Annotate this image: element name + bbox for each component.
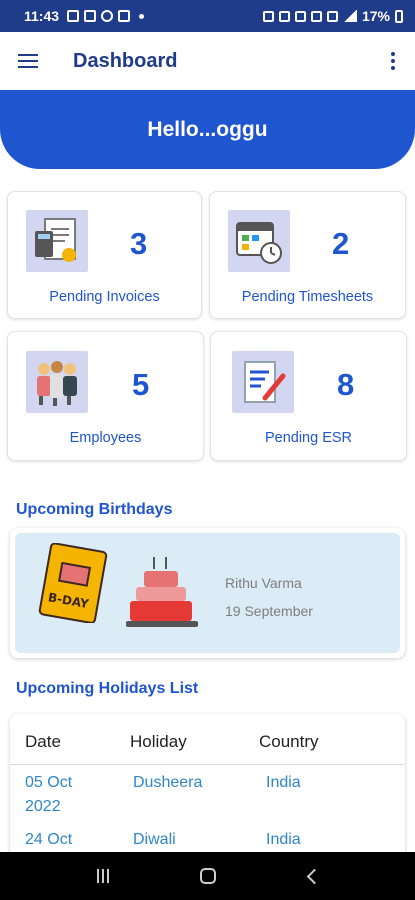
greeting-banner: Hello...oggu bbox=[0, 90, 415, 169]
app-bar: Dashboard bbox=[0, 32, 415, 90]
more-notifications-icon bbox=[139, 13, 145, 19]
pending-invoices-card[interactable]: 3 Pending Invoices bbox=[7, 191, 202, 319]
holiday-row-2-date: 24 Oct bbox=[25, 831, 73, 848]
image-notification-icon bbox=[84, 10, 97, 22]
holiday-row-2-name: Diwali bbox=[133, 831, 176, 848]
battery-icon bbox=[395, 9, 403, 23]
wifi-icon bbox=[310, 10, 322, 22]
volte-icon bbox=[326, 10, 338, 22]
recent-apps-icon bbox=[96, 869, 109, 883]
app-notification-icon bbox=[118, 10, 131, 22]
header-divider bbox=[10, 764, 405, 765]
pending-esr-count: 8 bbox=[337, 367, 355, 402]
holiday-row-1-name: Dusheera bbox=[133, 774, 203, 791]
home-button[interactable] bbox=[188, 856, 228, 896]
employees-group-icon bbox=[26, 351, 88, 413]
gallery-notification-icon bbox=[67, 10, 80, 22]
back-icon bbox=[306, 868, 323, 884]
more-options-icon[interactable] bbox=[371, 32, 415, 90]
birthdays-section-title: Upcoming Birthdays bbox=[16, 501, 173, 518]
status-bar: 11:43 17% bbox=[0, 0, 415, 32]
recent-apps-button[interactable] bbox=[83, 856, 123, 896]
column-header-country: Country bbox=[259, 732, 319, 751]
document-pen-icon bbox=[232, 351, 294, 413]
birthday-date: 19 September bbox=[225, 603, 313, 619]
back-button[interactable] bbox=[293, 856, 333, 896]
alarm-icon bbox=[262, 10, 274, 22]
pending-timesheets-count: 2 bbox=[332, 226, 350, 261]
home-icon bbox=[199, 868, 216, 884]
hamburger-menu-icon[interactable] bbox=[0, 32, 56, 90]
mute-icon bbox=[294, 10, 306, 22]
calendar-clock-icon bbox=[228, 210, 290, 272]
pending-esr-label: Pending ESR bbox=[264, 430, 353, 446]
pending-timesheets-label: Pending Timesheets bbox=[241, 289, 374, 305]
holidays-section-title: Upcoming Holidays List bbox=[16, 680, 199, 697]
pending-timesheets-card[interactable]: 2 Pending Timesheets bbox=[209, 191, 406, 319]
system-navigation-bar bbox=[0, 852, 415, 900]
pending-invoices-count: 3 bbox=[130, 226, 148, 261]
battery-percent: 17% bbox=[361, 8, 390, 24]
holiday-row-2-country: India bbox=[266, 831, 301, 848]
pending-esr-card[interactable]: 8 Pending ESR bbox=[210, 331, 407, 461]
holiday-row-1-date: 05 Oct 2022 bbox=[25, 774, 73, 815]
birthday-cake-icon bbox=[120, 551, 204, 640]
status-icons: 17% bbox=[262, 8, 403, 24]
pending-invoices-label: Pending Invoices bbox=[49, 289, 160, 305]
whatsapp-notification-icon bbox=[101, 10, 114, 22]
nfc-icon bbox=[278, 10, 290, 22]
birthday-person-name: Rithu Varma bbox=[225, 575, 302, 591]
signal-icon bbox=[342, 10, 357, 22]
column-header-holiday: Holiday bbox=[130, 732, 187, 751]
employees-label: Employees bbox=[69, 430, 142, 446]
holiday-row-1-country: India bbox=[266, 774, 301, 791]
column-header-date: Date bbox=[25, 732, 61, 751]
bday-greeting-card-icon: B-DAY bbox=[35, 542, 109, 628]
birthday-card: B-DAY Rithu Varma 19 September bbox=[10, 528, 405, 658]
invoice-calculator-icon bbox=[26, 210, 88, 272]
employees-card[interactable]: 5 Employees bbox=[7, 331, 204, 461]
birthday-card-body: B-DAY Rithu Varma 19 September bbox=[15, 533, 400, 653]
status-time: 11:43 bbox=[24, 8, 60, 24]
page-title: Dashboard bbox=[73, 49, 178, 72]
employees-count: 5 bbox=[132, 367, 150, 402]
